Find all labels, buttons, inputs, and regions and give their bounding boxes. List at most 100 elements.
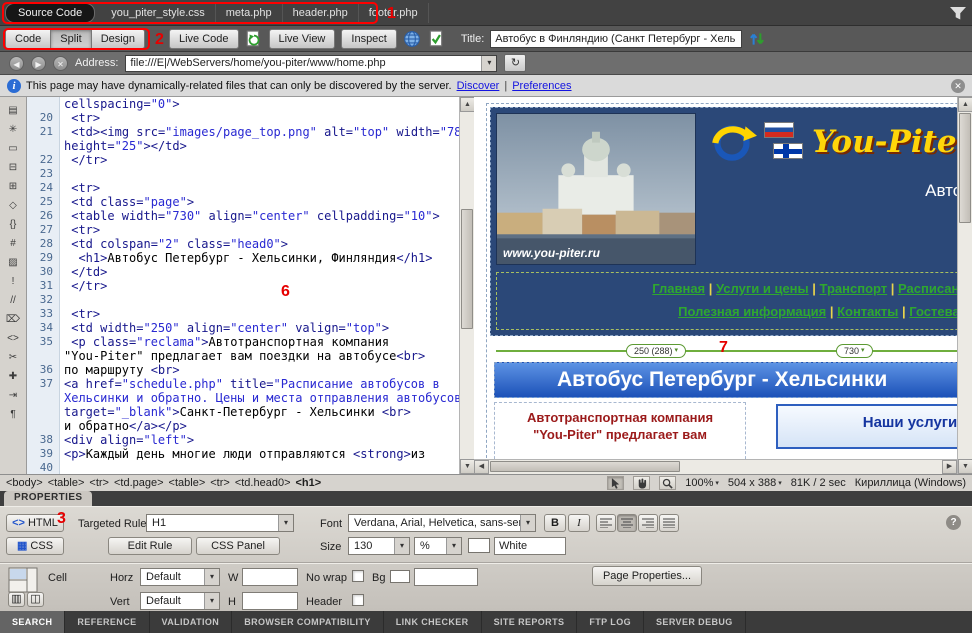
design-view-button[interactable]: Design (91, 29, 145, 49)
tag-selector-item[interactable]: <table> (169, 477, 206, 489)
recent-snippets-icon[interactable]: ✂ (3, 350, 23, 365)
code-line[interactable]: 40 (27, 461, 459, 474)
html-mode-button[interactable]: <> HTML (6, 514, 64, 532)
title-input[interactable] (490, 30, 742, 48)
expand-all-icon[interactable]: ⊞ (3, 179, 23, 194)
tag-selector-item[interactable]: <tr> (210, 477, 230, 489)
code-line[interactable]: и обратно</a></p> (27, 419, 459, 433)
tag-selector-item[interactable]: <tr> (89, 477, 109, 489)
show-code-navigator-icon[interactable]: ✳ (3, 122, 23, 137)
format-source-code-icon[interactable]: ¶ (3, 407, 23, 422)
back-icon[interactable]: ◀ (9, 56, 24, 71)
css-mode-button[interactable]: ▦ CSS (6, 537, 64, 555)
text-color-swatch[interactable] (468, 538, 490, 553)
code-view-button[interactable]: Code (5, 29, 51, 49)
source-code-tab[interactable]: Source Code (5, 3, 95, 23)
code-line[interactable]: 23 (27, 167, 459, 181)
split-view-button[interactable]: Split (50, 29, 91, 49)
syntax-error-alerts-icon[interactable]: ! (3, 274, 23, 289)
cell-height-input[interactable] (242, 592, 298, 610)
vert-align-select[interactable]: Default (140, 592, 220, 610)
code-scroll-thumb[interactable] (461, 209, 473, 329)
css-panel-button[interactable]: CSS Panel (196, 537, 280, 555)
inspect-button[interactable]: Inspect (341, 29, 396, 49)
select-tool-icon[interactable] (607, 476, 624, 490)
site-nav-link[interactable]: Контакты (837, 304, 898, 319)
code-line[interactable]: Хельсинки и обратно. Цены и места отправ… (27, 391, 459, 405)
preview-in-browser-icon[interactable] (403, 30, 421, 48)
address-input[interactable] (126, 57, 481, 69)
code-line[interactable]: 32 (27, 293, 459, 307)
panel-tab-reference[interactable]: REFERENCE (65, 611, 149, 633)
design-vertical-scrollbar[interactable]: ▲ ▼ (957, 97, 972, 474)
close-info-bar-icon[interactable]: ✕ (951, 79, 965, 93)
code-line[interactable]: 29 <h1>Автобус Петербург - Хельсинки, Фи… (27, 251, 459, 265)
code-line[interactable]: 27 <tr> (27, 223, 459, 237)
code-line[interactable]: 20 <tr> (27, 111, 459, 125)
code-line[interactable]: 34 <td width="250" align="center" valign… (27, 321, 459, 335)
code-line[interactable]: 21 <td><img src="images/page_top.png" al… (27, 125, 459, 139)
code-line[interactable]: cellspacing="0"> (27, 97, 459, 111)
code-line[interactable]: 24 <tr> (27, 181, 459, 195)
zoom-tool-icon[interactable] (659, 476, 676, 490)
tag-selector-item[interactable]: <td.head0> (235, 477, 291, 489)
apply-comment-icon[interactable]: // (3, 293, 23, 308)
panel-tab-ftp-log[interactable]: FTP LOG (577, 611, 644, 633)
align-left-icon[interactable] (596, 514, 616, 532)
italic-button[interactable]: I (568, 514, 590, 532)
code-line[interactable]: 35 <p class="reclama">Автотранспортная к… (27, 335, 459, 349)
align-justify-icon[interactable] (659, 514, 679, 532)
forward-icon[interactable]: ▶ (31, 56, 46, 71)
balance-braces-icon[interactable]: {} (3, 217, 23, 232)
move-css-icon[interactable]: ✚ (3, 369, 23, 384)
related-file-tab[interactable]: you_piter_style.css (101, 3, 216, 23)
size-unit-select[interactable]: % (414, 537, 462, 555)
tag-selector-item[interactable]: <table> (48, 477, 85, 489)
design-hscroll-thumb[interactable] (490, 461, 680, 472)
preferences-link[interactable]: Preferences (512, 80, 571, 92)
column-width-marker[interactable]: 250 (288)▾ (626, 344, 686, 358)
merge-cells-icon[interactable]: ▥ (8, 592, 25, 607)
properties-tab[interactable]: PROPERTIES (4, 491, 92, 506)
size-select[interactable]: 130 (348, 537, 410, 555)
scroll-left-icon[interactable]: ◀ (474, 460, 489, 474)
file-management-icon[interactable] (748, 30, 766, 48)
no-wrap-checkbox[interactable] (352, 570, 364, 582)
site-nav-link[interactable]: Расписание рейсов (898, 281, 957, 296)
code-line[interactable]: "You-Piter" предлагает вам поездки на ав… (27, 349, 459, 363)
code-view[interactable]: cellspacing="0">20 <tr>21 <td><img src="… (27, 97, 459, 474)
refresh-design-view-icon[interactable] (245, 30, 263, 48)
design-view[interactable]: www.you-piter.ru (474, 97, 957, 474)
panel-tab-browser-compatibility[interactable]: BROWSER COMPATIBILITY (232, 611, 384, 633)
scroll-down-icon[interactable]: ▼ (958, 459, 972, 474)
bg-color-input[interactable] (414, 568, 478, 586)
header-checkbox[interactable] (352, 594, 364, 606)
scroll-right-icon[interactable]: ▶ (942, 460, 957, 474)
bg-color-swatch[interactable] (390, 570, 410, 583)
address-dropdown-icon[interactable]: ▾ (481, 56, 496, 71)
zoom-level-select[interactable]: 100%▾ (685, 477, 719, 489)
indent-code-icon[interactable]: ⇥ (3, 388, 23, 403)
code-line[interactable]: 38<div align="left"> (27, 433, 459, 447)
related-file-tab[interactable]: header.php (283, 3, 359, 23)
targeted-rule-select[interactable]: H1 (146, 514, 294, 532)
tag-selector-item[interactable]: <td.page> (114, 477, 164, 489)
edit-rule-button[interactable]: Edit Rule (108, 537, 192, 555)
window-size-select[interactable]: 504 x 388▾ (728, 477, 782, 489)
panel-tab-server-debug[interactable]: SERVER DEBUG (644, 611, 746, 633)
code-line[interactable]: 30 </td> (27, 265, 459, 279)
horz-align-select[interactable]: Default (140, 568, 220, 586)
related-file-tab[interactable]: footer.php (359, 3, 429, 23)
code-line[interactable]: 31 </tr> (27, 279, 459, 293)
line-numbers-icon[interactable]: # (3, 236, 23, 251)
hand-tool-icon[interactable] (633, 476, 650, 490)
panel-tab-validation[interactable]: VALIDATION (150, 611, 233, 633)
code-line[interactable]: 39<p>Каждый день многие люди отправляютс… (27, 447, 459, 461)
design-scroll-thumb[interactable] (959, 113, 971, 223)
scroll-up-icon[interactable]: ▲ (460, 97, 475, 112)
site-nav-link[interactable]: Гостевая книга (909, 304, 957, 319)
panel-tab-site-reports[interactable]: SITE REPORTS (482, 611, 578, 633)
live-code-button[interactable]: Live Code (169, 29, 239, 49)
live-view-button[interactable]: Live View (269, 29, 336, 49)
collapse-full-tag-icon[interactable]: ▭ (3, 141, 23, 156)
